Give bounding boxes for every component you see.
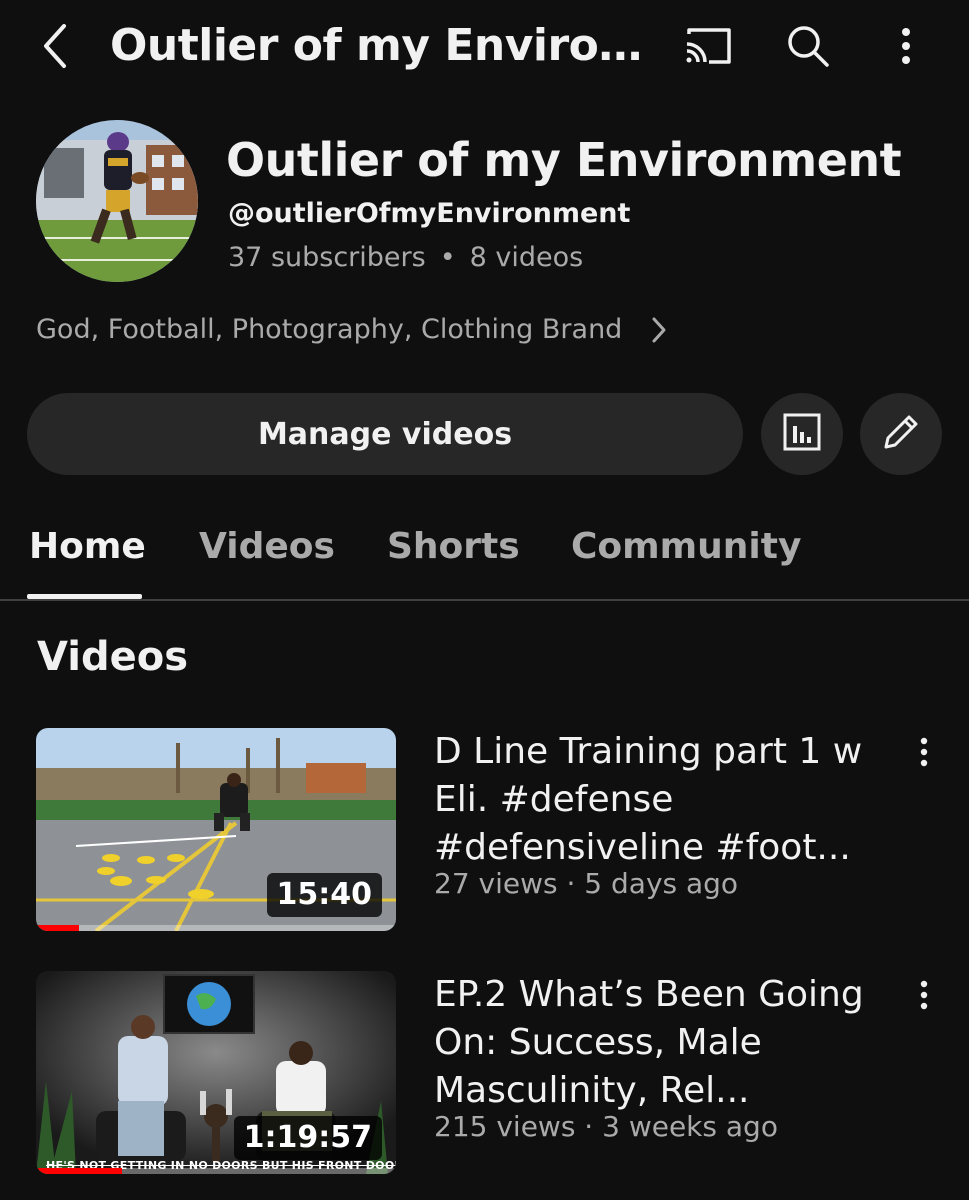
- active-tab-indicator: [27, 594, 142, 599]
- analytics-icon: [782, 412, 822, 456]
- back-arrow-icon[interactable]: [30, 18, 80, 74]
- channel-avatar[interactable]: [36, 120, 198, 282]
- channel-tabs: Home Videos Shorts Community: [0, 515, 969, 601]
- watch-progress-track: [36, 1168, 396, 1174]
- watch-progress-track: [36, 925, 396, 931]
- manage-videos-button[interactable]: Manage videos: [27, 393, 743, 475]
- channel-description-link[interactable]: God, Football, Photography, Clothing Bra…: [36, 310, 668, 350]
- video-meta: 215 views · 3 weeks ago: [434, 1110, 778, 1143]
- video-item[interactable]: HE'S NOT GETTING IN NO DOORS BUT HIS FRO…: [0, 971, 969, 1181]
- tab-shorts[interactable]: Shorts: [387, 523, 520, 571]
- video-title[interactable]: D Line Training part 1 w Eli. #defense #…: [434, 728, 889, 872]
- subscriber-count: 37 subscribers: [228, 242, 426, 273]
- section-title: Videos: [37, 634, 189, 680]
- video-item[interactable]: 15:40 D Line Training part 1 w Eli. #def…: [0, 728, 969, 938]
- more-vertical-icon[interactable]: [882, 18, 930, 74]
- edit-channel-button[interactable]: [860, 393, 942, 475]
- channel-handle: @outlierOfmyEnvironment: [228, 198, 631, 229]
- tab-home[interactable]: Home: [29, 523, 146, 571]
- video-meta: 27 views · 5 days ago: [434, 867, 739, 900]
- more-vertical-icon[interactable]: [906, 732, 942, 772]
- video-duration: 1:19:57: [233, 1116, 382, 1160]
- tab-videos[interactable]: Videos: [199, 523, 335, 571]
- video-count: 8 videos: [469, 242, 584, 273]
- channel-description: God, Football, Photography, Clothing Bra…: [36, 314, 623, 345]
- chevron-right-icon: [650, 315, 668, 345]
- stats-separator: •: [439, 242, 456, 273]
- video-duration: 15:40: [266, 873, 382, 917]
- top-app-bar: Outlier of my Environ...: [0, 0, 969, 92]
- video-title[interactable]: EP.2 What’s Been Going On: Success, Male…: [434, 971, 889, 1115]
- tab-community[interactable]: Community: [571, 523, 801, 571]
- search-icon[interactable]: [780, 18, 836, 74]
- watch-progress-fill: [36, 1168, 123, 1174]
- page-title: Outlier of my Environ...: [110, 20, 655, 71]
- video-thumbnail[interactable]: HE'S NOT GETTING IN NO DOORS BUT HIS FRO…: [36, 971, 396, 1174]
- edit-pencil-icon: [880, 411, 922, 457]
- cast-icon[interactable]: [680, 22, 736, 70]
- channel-stats: 37 subscribers • 8 videos: [228, 240, 583, 276]
- video-thumbnail[interactable]: 15:40: [36, 728, 396, 931]
- more-vertical-icon[interactable]: [906, 975, 942, 1015]
- analytics-button[interactable]: [761, 393, 843, 475]
- watch-progress-fill: [36, 925, 80, 931]
- channel-name: Outlier of my Environment: [226, 133, 902, 187]
